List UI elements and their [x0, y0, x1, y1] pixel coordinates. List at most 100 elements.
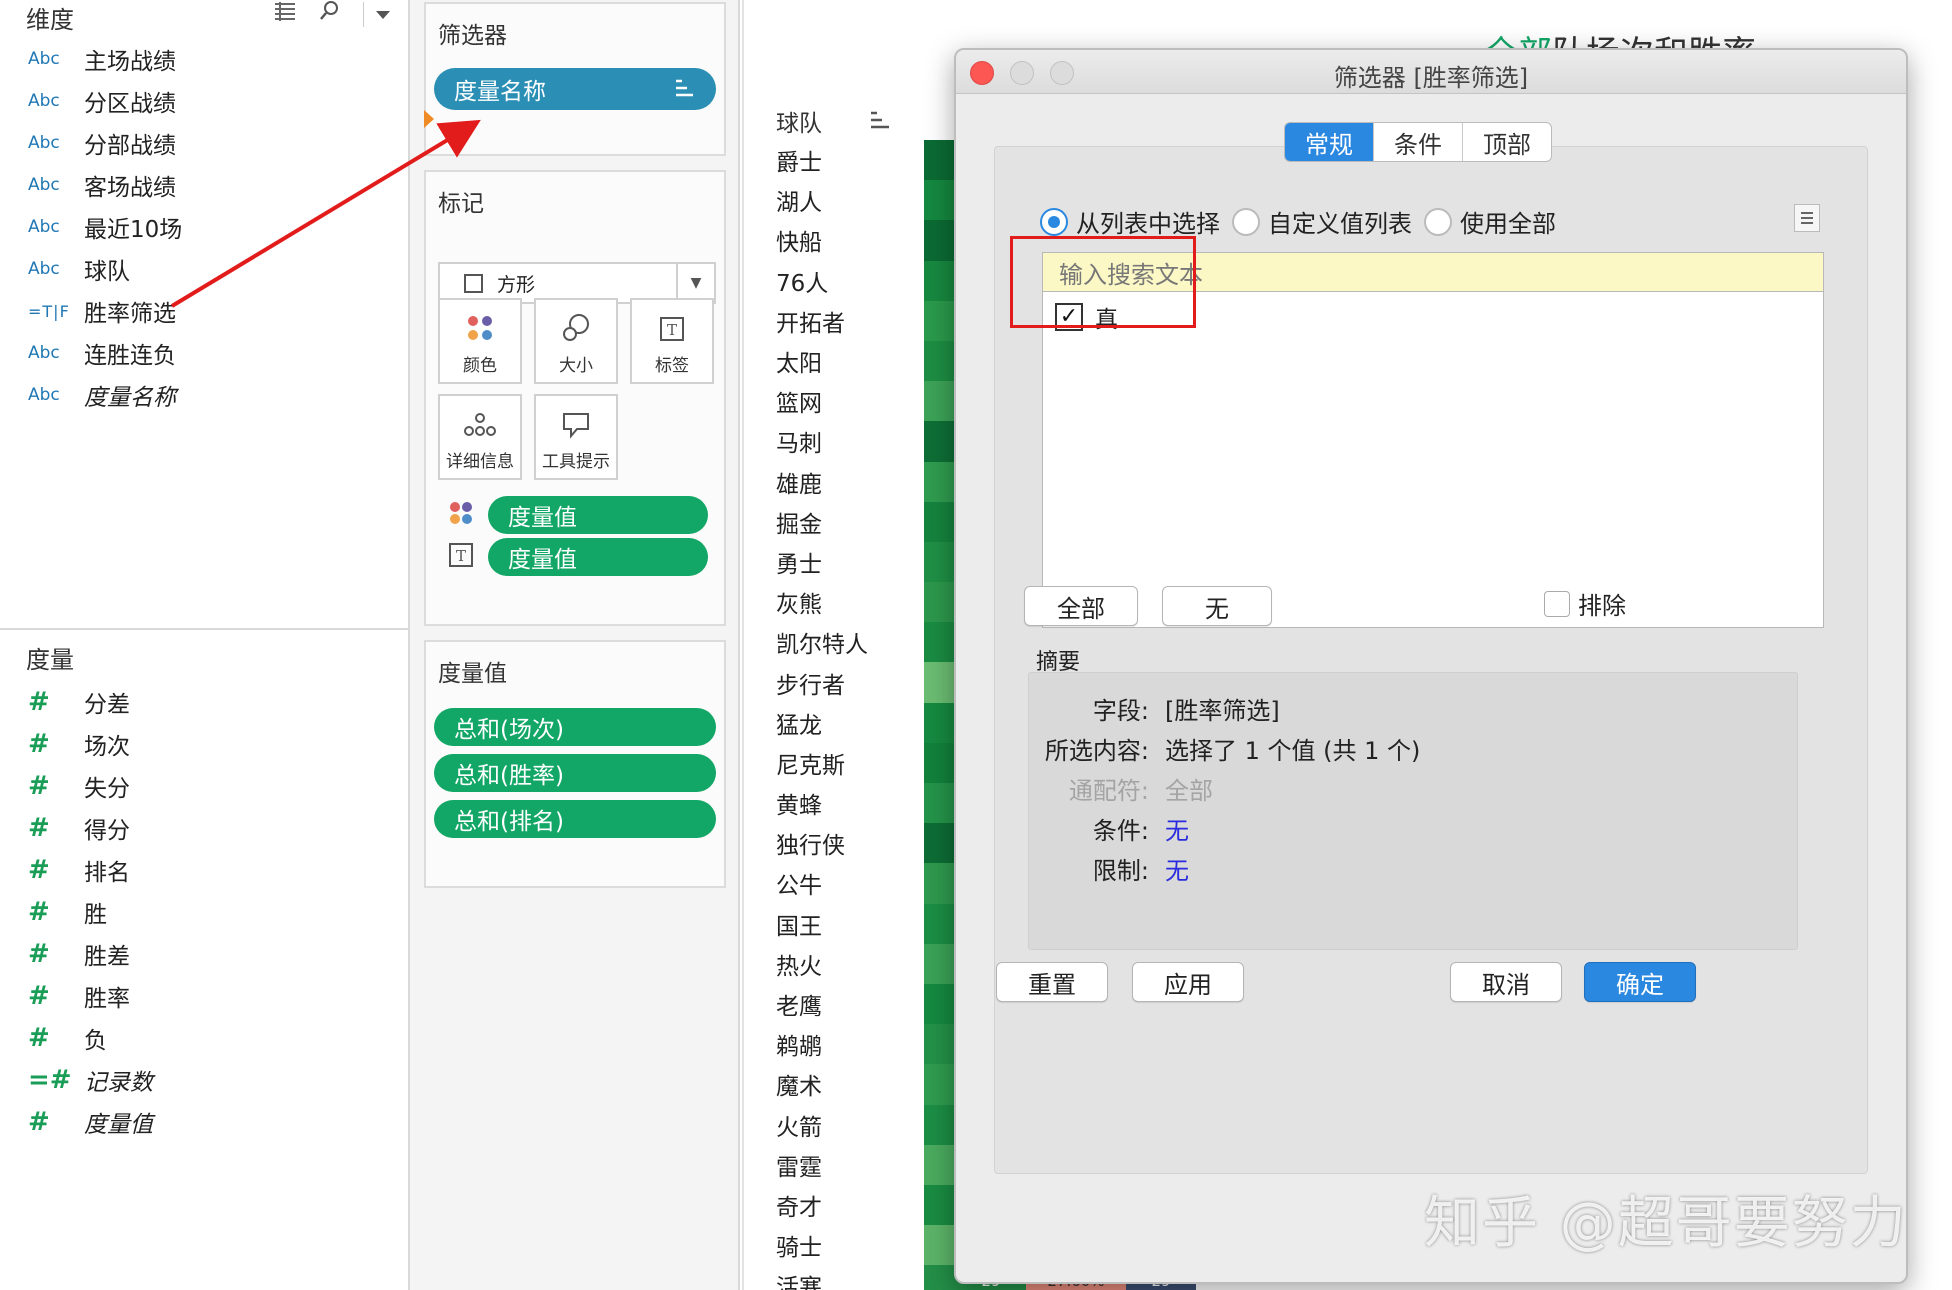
team-row-label[interactable]: 老鹰 — [776, 984, 868, 1024]
select-none-button[interactable]: 无 — [1162, 586, 1272, 626]
team-row-label[interactable]: 灰熊 — [776, 582, 868, 622]
field-item[interactable]: Abc 最近10场 — [28, 206, 182, 248]
heat-cell[interactable] — [924, 1184, 958, 1226]
heat-cell[interactable] — [924, 461, 958, 502]
label-shelf-pill[interactable]: 度量值 — [488, 538, 708, 576]
team-row-label[interactable]: 快船 — [776, 220, 868, 260]
heat-cell[interactable] — [924, 501, 958, 542]
select-all-button[interactable]: 全部 — [1024, 586, 1138, 626]
team-row-label[interactable]: 活塞 — [776, 1265, 868, 1290]
team-row-label[interactable]: 魔术 — [776, 1064, 868, 1104]
dialog-titlebar[interactable]: 筛选器 [胜率筛选] — [956, 50, 1906, 94]
detail-button[interactable]: 详细信息 — [438, 394, 522, 480]
team-row-label[interactable]: 湖人 — [776, 180, 868, 220]
radio-use-all[interactable]: 使用全部 — [1424, 204, 1556, 239]
team-row-label[interactable]: 篮网 — [776, 381, 868, 421]
measure-pill-games[interactable]: 总和(场次) — [434, 708, 716, 746]
field-item[interactable]: Abc 分区战绩 — [28, 80, 182, 122]
field-item[interactable]: # 胜差 — [28, 933, 153, 975]
color-shelf-pill[interactable]: 度量值 — [488, 496, 708, 534]
tab-top[interactable]: 顶部 — [1463, 123, 1551, 161]
team-row-label[interactable]: 公牛 — [776, 863, 868, 903]
ok-button[interactable]: 确定 — [1584, 962, 1696, 1002]
summary-condition-link[interactable]: 无 — [1165, 811, 1189, 846]
heat-cell[interactable] — [924, 1064, 958, 1105]
heat-cell[interactable] — [924, 702, 958, 743]
field-item[interactable]: # 分差 — [28, 681, 153, 723]
filter-pill-measure-names[interactable]: 度量名称 — [434, 68, 716, 110]
team-row-label[interactable]: 勇士 — [776, 542, 868, 582]
team-row-label[interactable]: 步行者 — [776, 662, 868, 702]
heat-cell[interactable] — [924, 300, 958, 341]
view-list-icon[interactable] — [273, 1, 297, 27]
heat-cell[interactable] — [924, 1144, 958, 1185]
heat-cell[interactable] — [924, 983, 958, 1025]
heat-cell[interactable] — [924, 1225, 958, 1266]
field-item[interactable]: # 负 — [28, 1017, 153, 1059]
heat-cell[interactable] — [924, 662, 958, 703]
heat-cell[interactable] — [924, 742, 958, 783]
team-row-label[interactable]: 骑士 — [776, 1225, 868, 1265]
exclude-checkbox[interactable]: 排除 — [1544, 586, 1626, 621]
heat-cell[interactable] — [924, 340, 958, 382]
team-row-label[interactable]: 尼克斯 — [776, 743, 868, 783]
team-row-label[interactable]: 独行侠 — [776, 823, 868, 863]
heat-cell[interactable] — [924, 943, 958, 984]
field-item[interactable]: # 胜率 — [28, 975, 153, 1017]
field-item[interactable]: Abc 度量名称 — [28, 374, 182, 416]
reset-button[interactable]: 重置 — [996, 962, 1108, 1002]
team-row-label[interactable]: 热火 — [776, 944, 868, 984]
measure-pill-rank[interactable]: 总和(排名) — [434, 800, 716, 838]
team-row-label[interactable]: 猛龙 — [776, 703, 868, 743]
measure-pill-winrate[interactable]: 总和(胜率) — [434, 754, 716, 792]
heat-cell[interactable] — [924, 1024, 958, 1065]
radio-select-from-list[interactable]: 从列表中选择 — [1040, 204, 1220, 239]
cancel-button[interactable]: 取消 — [1450, 962, 1562, 1002]
team-column-header[interactable]: 球队 — [776, 104, 822, 138]
heat-cell[interactable] — [924, 1104, 958, 1145]
search-icon[interactable] — [319, 0, 341, 28]
heat-cell[interactable] — [924, 381, 958, 422]
field-item[interactable]: # 胜 — [28, 891, 153, 933]
tab-general[interactable]: 常规 — [1285, 123, 1374, 161]
chevron-down-icon[interactable]: ▼ — [676, 264, 714, 302]
heat-cell[interactable] — [924, 180, 958, 221]
team-row-label[interactable]: 黄蜂 — [776, 783, 868, 823]
heat-cell[interactable] — [924, 220, 958, 261]
team-row-label[interactable]: 奇才 — [776, 1185, 868, 1225]
field-item[interactable]: Abc 主场战绩 — [28, 38, 182, 80]
field-item[interactable]: Abc 球队 — [28, 248, 182, 290]
heat-cell[interactable] — [924, 421, 958, 462]
team-row-label[interactable]: 76人 — [776, 261, 868, 301]
size-button[interactable]: 大小 — [534, 298, 618, 384]
field-item[interactable]: # 失分 — [28, 765, 153, 807]
team-row-label[interactable]: 雷霆 — [776, 1145, 868, 1185]
team-row-label[interactable]: 雄鹿 — [776, 462, 868, 502]
team-row-label[interactable]: 太阳 — [776, 341, 868, 381]
heat-cell[interactable] — [924, 582, 958, 623]
summary-limit-link[interactable]: 无 — [1165, 851, 1189, 886]
heat-cell[interactable] — [924, 541, 958, 583]
team-row-label[interactable]: 火箭 — [776, 1105, 868, 1145]
field-item[interactable]: # 排名 — [28, 849, 153, 891]
heat-cell[interactable] — [924, 1265, 958, 1290]
label-button[interactable]: T 标签 — [630, 298, 714, 384]
field-item[interactable]: # 场次 — [28, 723, 153, 765]
heat-cell[interactable] — [924, 260, 958, 301]
field-item[interactable]: =T|F 胜率筛选 — [28, 290, 182, 332]
team-row-label[interactable]: 凯尔特人 — [776, 622, 868, 662]
team-row-label[interactable]: 开拓者 — [776, 301, 868, 341]
color-button[interactable]: 颜色 — [438, 298, 522, 384]
heat-cell[interactable] — [924, 783, 958, 824]
team-row-label[interactable]: 掘金 — [776, 502, 868, 542]
team-row-label[interactable]: 鹈鹕 — [776, 1024, 868, 1064]
field-item[interactable]: # 得分 — [28, 807, 153, 849]
list-options-menu-icon[interactable] — [1794, 204, 1820, 232]
dropdown-menu-icon[interactable] — [363, 1, 392, 27]
tab-condition[interactable]: 条件 — [1374, 123, 1463, 161]
heat-cell[interactable] — [924, 140, 958, 181]
team-row-label[interactable]: 马刺 — [776, 421, 868, 461]
heat-cell[interactable] — [924, 903, 958, 944]
team-row-label[interactable]: 爵士 — [776, 140, 868, 180]
apply-button[interactable]: 应用 — [1132, 962, 1244, 1002]
